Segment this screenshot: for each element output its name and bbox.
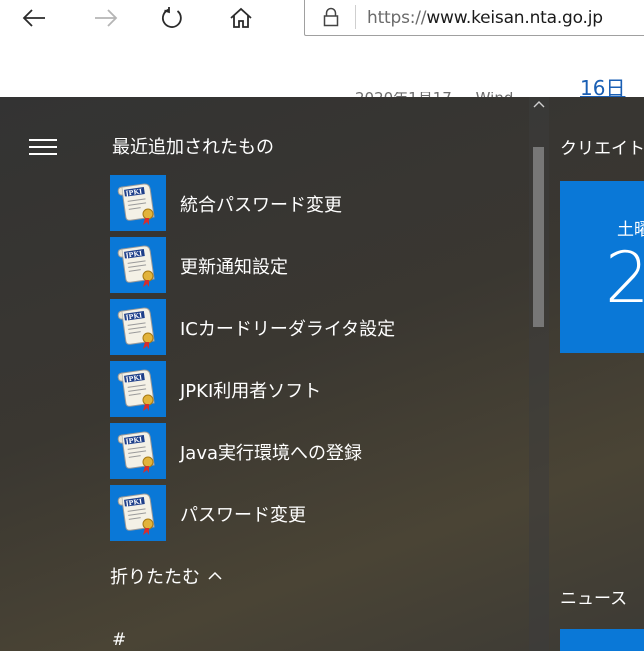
hamburger-line bbox=[29, 146, 57, 148]
address-separator bbox=[355, 5, 356, 29]
app-tile: JPKI bbox=[110, 175, 166, 231]
forward-button[interactable] bbox=[84, 0, 128, 36]
jpki-certificate-icon: JPKI bbox=[117, 493, 155, 535]
page-date-link[interactable]: 16日 bbox=[580, 78, 625, 98]
url-domain: www.keisan.nta.go.jp bbox=[426, 8, 603, 28]
calendar-tile[interactable]: 土曜 2 bbox=[560, 181, 644, 353]
jpki-certificate-icon: JPKI bbox=[117, 369, 155, 411]
chevron-up-icon[interactable] bbox=[532, 99, 546, 109]
app-label: Java実行環境への登録 bbox=[180, 443, 363, 464]
jpki-certificate-icon: JPKI bbox=[117, 307, 155, 349]
jpki-certificate-icon: JPKI bbox=[117, 245, 155, 287]
calendar-date: 2 bbox=[605, 237, 644, 319]
app-label: JPKI利用者ソフト bbox=[180, 381, 322, 402]
app-tile: JPKI bbox=[110, 237, 166, 293]
app-list-item[interactable]: JPKI 更新通知設定 bbox=[110, 237, 520, 293]
hamburger-line bbox=[29, 139, 57, 141]
lock-icon bbox=[323, 7, 339, 27]
start-menu: 最近追加されたもの JPKI 統合パスワード変更 JPKI 更新通知設定 JPK… bbox=[0, 97, 644, 651]
address-bar[interactable]: https://www.keisan.nta.go.jp bbox=[304, 0, 644, 36]
tile-group-news-header[interactable]: ニュース bbox=[560, 584, 627, 609]
group-header-hash[interactable]: # bbox=[112, 630, 126, 650]
app-label: ICカードリーダライタ設定 bbox=[180, 319, 396, 340]
home-icon bbox=[230, 7, 252, 28]
app-list-item[interactable]: JPKI ICカードリーダライタ設定 bbox=[110, 299, 520, 355]
refresh-icon bbox=[162, 7, 182, 28]
recently-added-header: 最近追加されたもの bbox=[112, 137, 274, 158]
scrollbar[interactable] bbox=[529, 97, 549, 651]
app-tile: JPKI bbox=[110, 485, 166, 541]
arrow-right-icon bbox=[95, 9, 118, 27]
webpage-content: 16日 bbox=[0, 40, 644, 98]
tile-group-create-header[interactable]: クリエイト bbox=[560, 134, 644, 159]
chevron-up-icon bbox=[208, 571, 222, 580]
url-text[interactable]: https://www.keisan.nta.go.jp bbox=[367, 8, 603, 28]
collapse-label: 折りたたむ bbox=[110, 567, 200, 588]
arrow-left-icon bbox=[22, 9, 45, 27]
collapse-button[interactable]: 折りたたむ bbox=[110, 563, 222, 589]
app-label: 統合パスワード変更 bbox=[180, 195, 342, 216]
app-tile: JPKI bbox=[110, 423, 166, 479]
home-button[interactable] bbox=[219, 0, 263, 36]
app-list-item[interactable]: JPKI 統合パスワード変更 bbox=[110, 175, 520, 231]
app-tile: JPKI bbox=[110, 361, 166, 417]
jpki-certificate-icon: JPKI bbox=[117, 183, 155, 225]
jpki-certificate-icon: JPKI bbox=[117, 431, 155, 473]
app-label: パスワード変更 bbox=[180, 505, 306, 526]
screen: https://www.keisan.nta.go.jp 16日 2020年1月… bbox=[0, 0, 644, 651]
app-list-item[interactable]: JPKI JPKI利用者ソフト bbox=[110, 361, 520, 417]
app-list-item[interactable]: JPKI Java実行環境への登録 bbox=[110, 423, 520, 479]
back-button[interactable] bbox=[12, 0, 56, 36]
browser-toolbar: https://www.keisan.nta.go.jp bbox=[0, 0, 644, 40]
hamburger-line bbox=[29, 153, 57, 155]
app-list-item[interactable]: JPKI パスワード変更 bbox=[110, 485, 520, 541]
app-tile: JPKI bbox=[110, 299, 166, 355]
hamburger-menu-button[interactable] bbox=[29, 139, 57, 157]
url-scheme: https:// bbox=[367, 8, 427, 28]
scrollbar-thumb[interactable] bbox=[533, 147, 544, 327]
refresh-button[interactable] bbox=[150, 0, 194, 36]
news-tile[interactable] bbox=[560, 629, 644, 651]
app-label: 更新通知設定 bbox=[180, 257, 288, 278]
